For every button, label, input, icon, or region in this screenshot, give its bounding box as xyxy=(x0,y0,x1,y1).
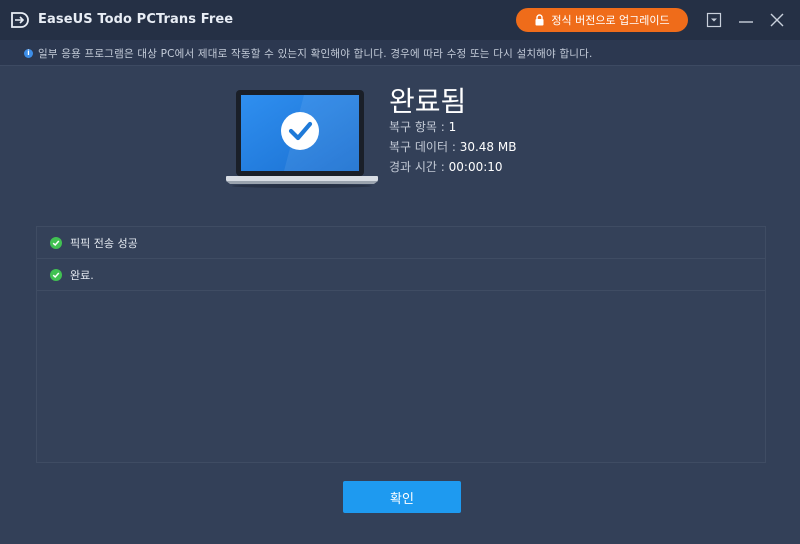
minimize-icon[interactable] xyxy=(736,10,756,30)
success-check-icon xyxy=(50,268,62,281)
laptop-check-icon xyxy=(226,90,378,188)
close-icon[interactable] xyxy=(767,10,787,30)
elapsed-time-stat: 경과 시간 : 00:00:10 xyxy=(389,158,503,175)
confirm-button[interactable]: 확인 xyxy=(343,481,461,513)
log-text: 픽픽 전송 성공 xyxy=(70,236,138,250)
recovered-items-stat: 복구 항목 : 1 xyxy=(389,118,456,135)
upgrade-label: 정식 버전으로 업그레이드 xyxy=(551,14,670,27)
title-bar: EaseUS Todo PCTrans Free 정식 버전으로 업그레이드 xyxy=(0,0,800,40)
log-panel[interactable]: 픽픽 전송 성공 완료. xyxy=(36,226,766,463)
lock-icon xyxy=(535,14,544,26)
elapsed-time-value: 00:00:10 xyxy=(448,160,503,174)
upgrade-button[interactable]: 정식 버전으로 업그레이드 xyxy=(516,8,688,32)
notice-bar: i 일부 응용 프로그램은 대상 PC에서 제대로 작동할 수 있는지 확인해야… xyxy=(0,40,800,66)
dropdown-icon[interactable] xyxy=(704,10,724,30)
log-row: 픽픽 전송 성공 xyxy=(37,227,765,259)
recovered-data-value: 30.48 MB xyxy=(459,140,517,154)
success-check-icon xyxy=(50,236,62,249)
info-icon: i xyxy=(24,49,33,58)
result-title: 완료됨 xyxy=(389,85,467,118)
app-title: EaseUS Todo PCTrans Free xyxy=(38,12,234,27)
log-row: 완료. xyxy=(37,259,765,291)
log-text: 완료. xyxy=(70,268,94,282)
recovered-items-value: 1 xyxy=(448,120,457,134)
elapsed-time-label: 경과 시간 : xyxy=(389,160,449,174)
easeus-logo-icon xyxy=(11,12,29,28)
recovered-data-label: 복구 데이터 : xyxy=(389,140,460,154)
notice-text: 일부 응용 프로그램은 대상 PC에서 제대로 작동할 수 있는지 확인해야 합… xyxy=(38,48,593,60)
recovered-items-label: 복구 항목 : xyxy=(389,120,449,134)
recovered-data-stat: 복구 데이터 : 30.48 MB xyxy=(389,138,516,155)
